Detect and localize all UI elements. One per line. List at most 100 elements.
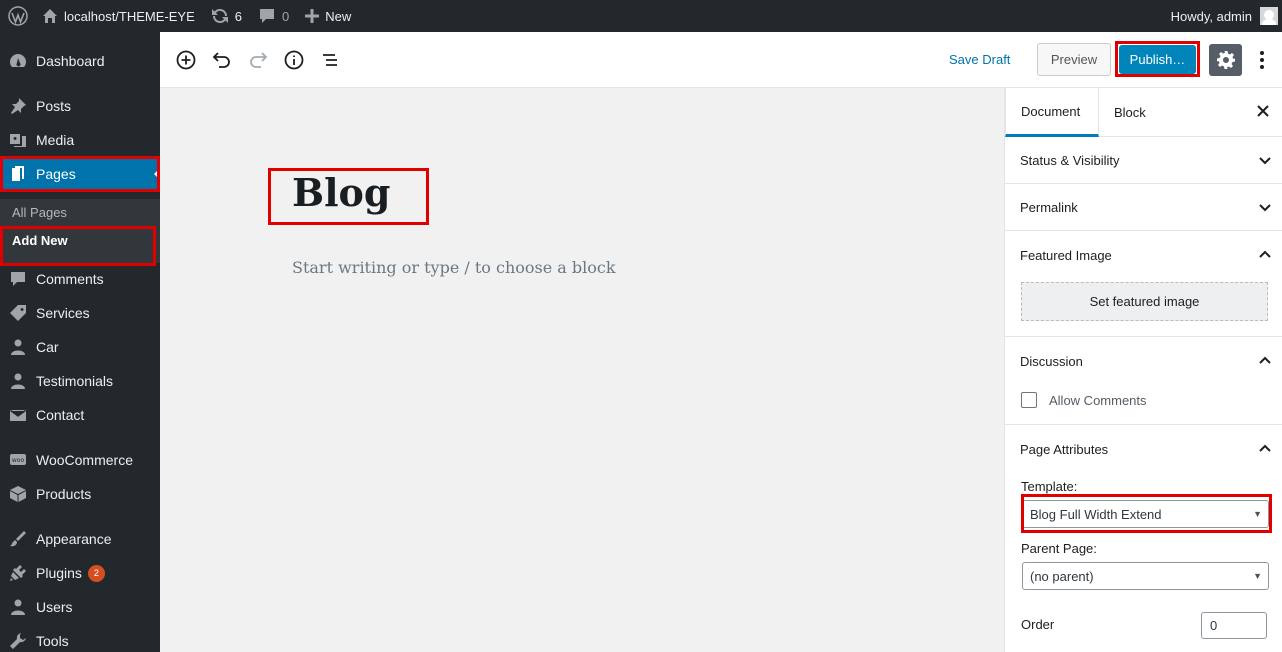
sidebar-item-dashboard[interactable]: Dashboard: [0, 44, 160, 78]
post-title[interactable]: Blog: [292, 170, 390, 215]
sidebar-item-label: Testimonials: [36, 373, 114, 389]
new-content-link[interactable]: New: [297, 0, 359, 32]
dropdown-arrow-icon: ▼: [1253, 571, 1262, 581]
comments-link[interactable]: 0: [250, 0, 297, 32]
template-select[interactable]: Blog Full Width Extend ▼: [1022, 500, 1269, 528]
sidebar-item-label: Media: [36, 132, 75, 148]
undo-icon: [212, 52, 230, 68]
template-label: Template:: [1021, 479, 1078, 494]
sidebar-item-label: Products: [36, 486, 92, 502]
discussion-panel: Discussion: [1005, 337, 1282, 425]
svg-text:woo: woo: [12, 457, 25, 464]
section-title[interactable]: Discussion: [1020, 354, 1083, 369]
permalink-panel[interactable]: Permalink: [1005, 184, 1282, 231]
info-icon: [284, 50, 304, 70]
redo-icon: [250, 52, 268, 68]
sidebar-item-users[interactable]: Users: [0, 590, 160, 624]
parent-page-label: Parent Page:: [1021, 541, 1097, 556]
block-placeholder[interactable]: Start writing or type / to choose a bloc…: [292, 258, 616, 277]
updates-count: 6: [234, 8, 242, 24]
close-icon[interactable]: [1255, 103, 1271, 119]
user-icon: [8, 597, 28, 617]
sidebar-item-label: Tools: [36, 633, 69, 649]
order-input[interactable]: 0: [1201, 612, 1267, 639]
editor-canvas: Blog Start writing or type / to choose a…: [160, 88, 1004, 652]
updates-link[interactable]: 6: [203, 0, 250, 32]
submenu-add-new[interactable]: Add New: [12, 233, 68, 248]
pin-icon: [8, 96, 28, 116]
save-draft-button[interactable]: Save Draft: [949, 52, 1010, 67]
sidebar-item-woocommerce[interactable]: woo WooCommerce: [0, 443, 160, 477]
pages-icon: [8, 164, 28, 184]
sidebar-item-services[interactable]: Services: [0, 296, 160, 330]
allow-comments-checkbox[interactable]: [1021, 392, 1037, 408]
sidebar-item-contact[interactable]: Contact: [0, 398, 160, 432]
sidebar-item-products[interactable]: Products: [0, 477, 160, 511]
chevron-up-icon[interactable]: [1257, 441, 1273, 457]
section-title[interactable]: Featured Image: [1020, 248, 1112, 263]
gear-icon: [1216, 51, 1235, 69]
chevron-up-icon[interactable]: [1257, 353, 1273, 369]
template-value: Blog Full Width Extend: [1030, 506, 1162, 522]
sidebar-item-label: Plugins: [36, 565, 82, 581]
admin-sidebar: Dashboard Posts Media Pages All Pages Ad…: [0, 32, 160, 652]
submenu-all-pages[interactable]: All Pages: [12, 205, 67, 220]
list-icon: [323, 54, 337, 66]
site-name-link[interactable]: localhost/THEME-EYE: [36, 0, 203, 32]
avatar: [1260, 7, 1278, 25]
status-visibility-panel[interactable]: Status & Visibility: [1005, 137, 1282, 184]
section-title: Status & Visibility: [1020, 153, 1120, 168]
sidebar-item-label: Contact: [36, 407, 85, 423]
preview-button[interactable]: Preview: [1037, 43, 1111, 76]
person-icon: [8, 371, 28, 391]
redo-button[interactable]: [246, 48, 270, 72]
parent-page-select[interactable]: (no parent) ▼: [1022, 562, 1269, 590]
allow-comments-label: Allow Comments: [1049, 393, 1147, 408]
sidebar-item-label: Dashboard: [36, 53, 105, 69]
editor-toolbar: Save Draft Preview Publish…: [160, 32, 1282, 88]
plus-icon: [305, 9, 320, 23]
sidebar-item-posts[interactable]: Posts: [0, 89, 160, 123]
content-info-button[interactable]: [282, 48, 306, 72]
add-block-button[interactable]: [174, 48, 198, 72]
block-navigation-button[interactable]: [318, 48, 342, 72]
sidebar-item-label: Users: [36, 599, 73, 615]
undo-button[interactable]: [210, 48, 234, 72]
sidebar-item-appearance[interactable]: Appearance: [0, 522, 160, 556]
sidebar-item-plugins[interactable]: Plugins 2: [0, 556, 160, 590]
dropdown-arrow-icon: ▼: [1253, 509, 1262, 519]
publish-button[interactable]: Publish…: [1119, 45, 1196, 74]
envelope-icon: [8, 405, 28, 425]
tag-icon: [8, 303, 28, 323]
more-options-button[interactable]: [1252, 48, 1272, 72]
new-label: New: [325, 8, 352, 24]
sidebar-item-tools[interactable]: Tools: [0, 624, 160, 652]
wrench-icon: [8, 631, 28, 651]
plugin-icon: [8, 563, 28, 583]
site-name: localhost/THEME-EYE: [64, 8, 195, 24]
media-icon: [8, 130, 28, 150]
account-menu[interactable]: Howdy, admin: [1163, 0, 1282, 32]
sidebar-item-testimonials[interactable]: Testimonials: [0, 364, 160, 398]
wordpress-logo-icon[interactable]: [0, 0, 36, 32]
sidebar-item-label: Car: [36, 339, 59, 355]
admin-bar: localhost/THEME-EYE 6 0 New Howdy, admin: [0, 0, 1282, 32]
sidebar-item-label: Services: [36, 305, 90, 321]
chevron-up-icon[interactable]: [1257, 247, 1273, 263]
order-label: Order: [1021, 617, 1055, 632]
sidebar-item-label: Pages: [36, 166, 76, 182]
section-title[interactable]: Page Attributes: [1020, 442, 1108, 457]
settings-button[interactable]: [1209, 44, 1242, 76]
sidebar-item-comments[interactable]: Comments: [0, 262, 160, 296]
set-featured-image-button[interactable]: Set featured image: [1021, 282, 1268, 321]
tab-block[interactable]: Block: [1099, 88, 1161, 137]
section-title: Permalink: [1020, 200, 1078, 215]
sidebar-item-car[interactable]: Car: [0, 330, 160, 364]
sidebar-item-pages[interactable]: Pages: [0, 157, 160, 191]
comment-icon: [8, 269, 28, 289]
tab-document[interactable]: Document: [1005, 88, 1099, 137]
person-icon: [8, 337, 28, 357]
sidebar-item-media[interactable]: Media: [0, 123, 160, 157]
sidebar-item-label: Appearance: [36, 531, 112, 547]
plugins-update-badge: 2: [87, 564, 105, 582]
